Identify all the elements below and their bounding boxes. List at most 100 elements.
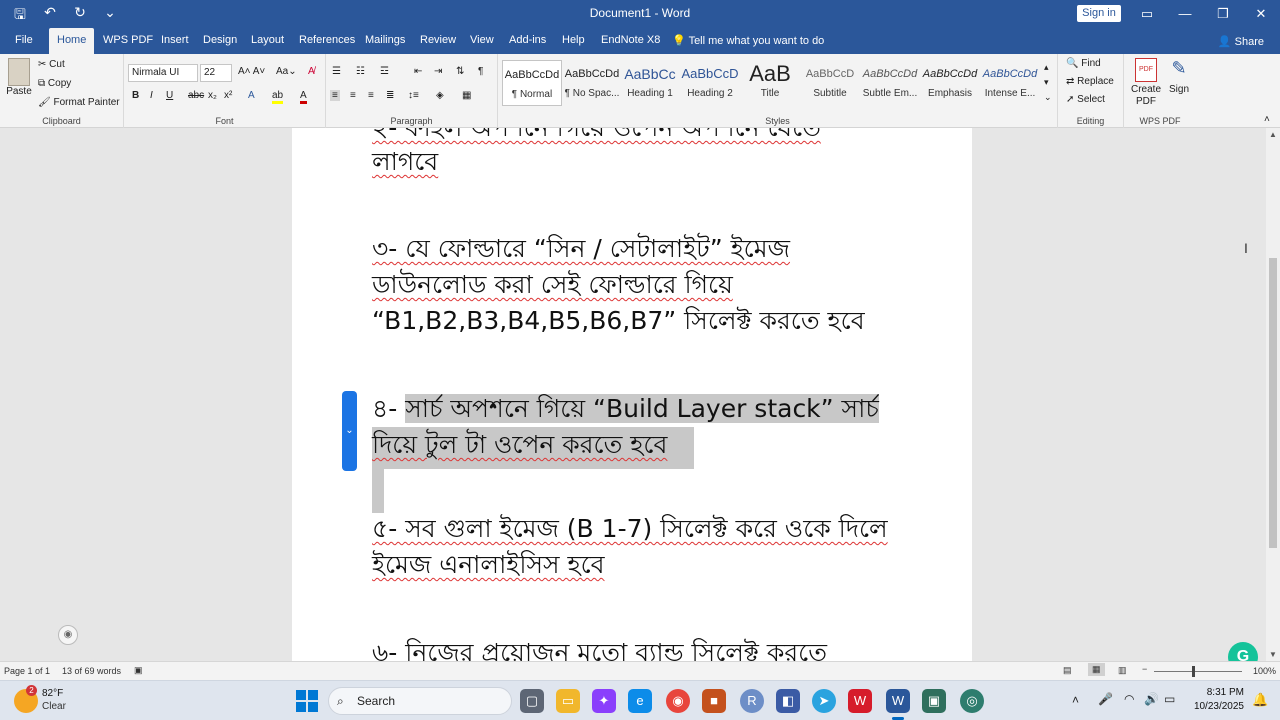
pilcrow-icon[interactable]: ¶ xyxy=(478,66,483,77)
italic-icon[interactable]: I xyxy=(150,90,153,101)
align-center-icon[interactable]: ≡ xyxy=(350,90,356,101)
style-heading-2[interactable]: AaBbCcD Heading 2 xyxy=(680,60,740,106)
tab-wps-pdf[interactable]: WPS PDF xyxy=(103,34,153,46)
tab-insert[interactable]: Insert xyxy=(161,34,189,46)
copilot-icon[interactable]: ✦ xyxy=(592,689,616,713)
web-layout-icon[interactable]: ▥ xyxy=(1118,665,1127,676)
word-count[interactable]: 13 of 69 words xyxy=(62,666,121,676)
font-size-box[interactable]: 22 xyxy=(200,64,232,82)
wifi-icon[interactable]: ◠ xyxy=(1124,692,1134,706)
zoom-slider[interactable] xyxy=(1154,671,1242,672)
highlight-icon[interactable]: ab xyxy=(272,90,284,104)
read-mode-icon[interactable]: ▤ xyxy=(1063,665,1072,676)
sign-button[interactable]: ✎ Sign xyxy=(1166,58,1192,95)
tab-add-ins[interactable]: Add-ins xyxy=(509,34,546,46)
edge-icon[interactable]: e xyxy=(628,689,652,713)
minimize-icon[interactable]: — xyxy=(1166,0,1204,28)
decrease-indent-icon[interactable]: ⇤ xyxy=(414,66,422,77)
scroll-up-icon[interactable]: ▲ xyxy=(1269,130,1277,139)
file-explorer-icon[interactable]: ▭ xyxy=(556,689,580,713)
page-count[interactable]: Page 1 of 1 xyxy=(4,666,50,676)
fingerprint-icon[interactable]: ◉ xyxy=(58,625,78,645)
bullets-icon[interactable]: ☰ xyxy=(332,66,341,77)
document-page[interactable]: ২- ফাইল অপশনে গিয়ে ওপেন অপশনে যেতে লাগব… xyxy=(292,128,972,661)
wps-icon[interactable]: W xyxy=(848,689,872,713)
app-icon-green[interactable]: ▣ xyxy=(922,689,946,713)
ribbon-display-icon[interactable]: ▭ xyxy=(1128,0,1166,28)
sort-icon[interactable]: ⇅ xyxy=(456,66,464,77)
app-icon-r[interactable]: R xyxy=(740,689,764,713)
clock-time[interactable]: 8:31 PM xyxy=(1190,687,1244,698)
borders-icon[interactable]: ▦ xyxy=(462,90,471,101)
share-button[interactable]: 👤 Share xyxy=(1218,35,1264,48)
tab-endnote[interactable]: EndNote X8 xyxy=(601,34,660,46)
superscript-icon[interactable]: x² xyxy=(224,90,232,101)
underline-icon[interactable]: U xyxy=(166,90,173,101)
scroll-down-icon[interactable]: ▼ xyxy=(1269,650,1277,659)
sign-in-button[interactable]: Sign in xyxy=(1077,5,1121,22)
clear-format-icon[interactable]: A̸ xyxy=(308,66,315,77)
tell-me-box[interactable]: 💡 Tell me what you want to do xyxy=(672,34,824,47)
app-icon-orange[interactable]: ■ xyxy=(702,689,726,713)
style-no-spacing[interactable]: AaBbCcDd ¶ No Spac... xyxy=(562,60,622,106)
tab-help[interactable]: Help xyxy=(562,34,585,46)
paste-button[interactable]: Paste xyxy=(6,58,32,97)
styles-scroll-icon[interactable]: ▴ ▾ ⌄ xyxy=(1044,60,1052,105)
store-icon[interactable]: ◧ xyxy=(776,689,800,713)
style-intense-emphasis[interactable]: AaBbCcDd Intense E... xyxy=(980,60,1040,106)
grammarly-icon[interactable]: G xyxy=(1228,642,1258,661)
telegram-icon[interactable]: ➤ xyxy=(812,689,836,713)
windows-start-icon[interactable] xyxy=(296,690,318,712)
maximize-icon[interactable]: ❐ xyxy=(1204,0,1242,28)
tab-design[interactable]: Design xyxy=(203,34,237,46)
multilevel-list-icon[interactable]: ☲ xyxy=(380,66,389,77)
tab-review[interactable]: Review xyxy=(420,34,456,46)
paragraph-4-line-2[interactable]: দিয়ে টুল টা ওপেন করতে হবে xyxy=(372,427,694,469)
tab-references[interactable]: References xyxy=(299,34,355,46)
shading-icon[interactable]: ◈ xyxy=(436,90,444,101)
find-button[interactable]: 🔍 Find xyxy=(1066,58,1101,69)
format-painter-button[interactable]: 🖌 Format Painter xyxy=(38,97,120,108)
style-heading-1[interactable]: AaBbCc Heading 1 xyxy=(620,60,680,106)
grow-font-icon[interactable]: A˄ A˅ xyxy=(238,66,265,77)
cut-button[interactable]: ✂ Cut xyxy=(38,59,65,70)
zoom-out-icon[interactable]: − xyxy=(1142,664,1147,674)
app-icon-globe[interactable]: ◎ xyxy=(960,689,984,713)
taskbar-search[interactable]: ⌕ Search xyxy=(328,687,512,715)
notifications-bell-icon[interactable]: 🔔 xyxy=(1252,692,1268,708)
tab-layout[interactable]: Layout xyxy=(251,34,284,46)
proofing-icon[interactable]: ▣ xyxy=(134,665,143,676)
collapse-ribbon-icon[interactable]: ˄ xyxy=(1264,114,1270,125)
increase-indent-icon[interactable]: ⇥ xyxy=(434,66,442,77)
style-normal[interactable]: AaBbCcDd ¶ Normal xyxy=(502,60,562,106)
word-icon[interactable]: W xyxy=(886,689,910,713)
close-icon[interactable]: ✕ xyxy=(1242,0,1280,28)
replace-button[interactable]: ⇄ Replace xyxy=(1066,76,1114,87)
subscript-icon[interactable]: x₂ xyxy=(208,90,217,101)
print-layout-icon[interactable]: ▦ xyxy=(1088,663,1105,676)
speaker-icon[interactable]: 🔊 xyxy=(1144,692,1159,706)
copy-button[interactable]: ⧉ Copy xyxy=(38,78,71,89)
font-color-icon[interactable]: A xyxy=(300,90,307,104)
strikethrough-icon[interactable]: abc xyxy=(188,90,204,101)
font-name-box[interactable]: Nirmala UI xyxy=(128,64,198,82)
grammarly-collapse-handle[interactable]: ⌄ xyxy=(342,391,357,471)
task-view-icon[interactable]: ▢ xyxy=(520,689,544,713)
style-title[interactable]: AaB Title xyxy=(740,60,800,106)
align-right-icon[interactable]: ≡ xyxy=(368,90,374,101)
battery-icon[interactable]: ▭ xyxy=(1164,692,1175,706)
tab-file[interactable]: File xyxy=(15,34,33,46)
tab-home[interactable]: Home xyxy=(49,28,95,54)
line-spacing-icon[interactable]: ↕≡ xyxy=(408,90,419,101)
vertical-scrollbar[interactable]: ▲ ▼ xyxy=(1266,128,1280,661)
chrome-icon[interactable]: ◉ xyxy=(666,689,690,713)
tab-mailings[interactable]: Mailings xyxy=(365,34,405,46)
selected-text-1[interactable]: সার্চ অপশনে গিয়ে “Build Layer stack” সা… xyxy=(405,394,879,423)
microphone-icon[interactable]: 🎤 xyxy=(1098,692,1113,706)
align-left-icon[interactable]: ≡ xyxy=(330,90,340,101)
tray-overflow-icon[interactable]: ˄ xyxy=(1072,693,1079,707)
create-pdf-button[interactable]: PDF Create PDF xyxy=(1128,58,1164,108)
bold-icon[interactable]: B xyxy=(132,90,139,101)
clock-date[interactable]: 10/23/2025 xyxy=(1180,701,1244,712)
select-button[interactable]: ➚ Select xyxy=(1066,94,1105,105)
